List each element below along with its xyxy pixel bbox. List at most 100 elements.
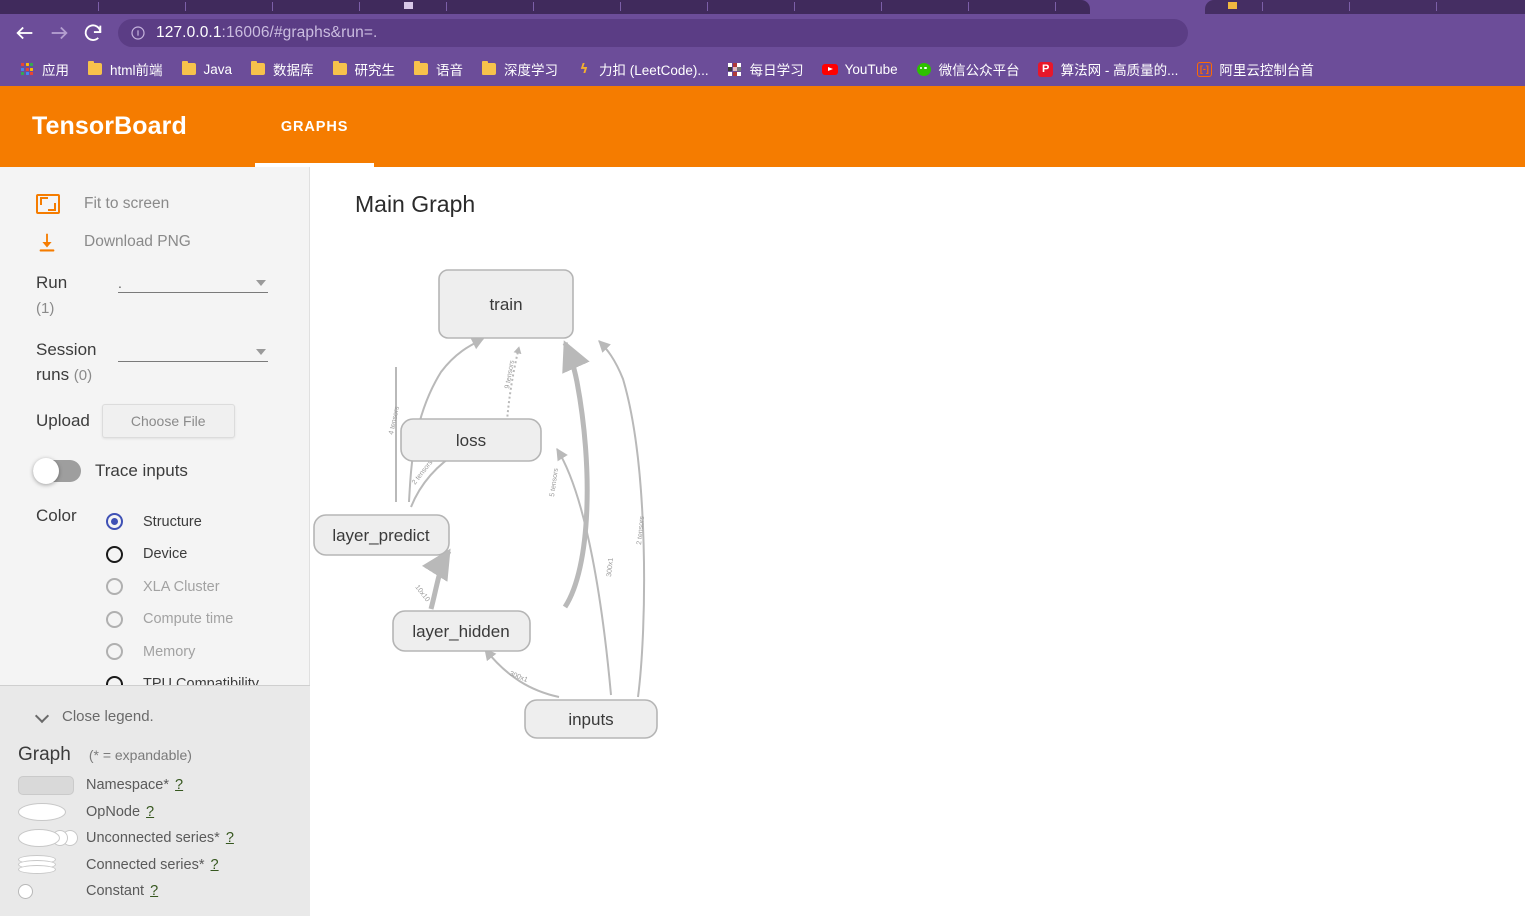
run-select[interactable]: . xyxy=(118,271,268,293)
help-link[interactable]: ? xyxy=(150,883,158,899)
graph-canvas[interactable]: Main Graph 4 tensors 9 tensors 2 tensors… xyxy=(311,167,1525,916)
url-path: :16006/#graphs&run=. xyxy=(221,24,378,41)
color-option-label: Memory xyxy=(143,643,196,660)
legend-item-opnode: OpNode ? xyxy=(0,799,310,826)
graph-node-layer-predict[interactable]: layer_predict xyxy=(313,514,450,556)
bookmark-wechat-mp[interactable]: 微信公众平台 xyxy=(907,56,1029,82)
graph-node-loss[interactable]: loss xyxy=(400,418,542,462)
graph-node-train[interactable]: train xyxy=(438,269,574,339)
node-label: layer_hidden xyxy=(412,622,509,641)
bookmark-graduate[interactable]: 研究生 xyxy=(323,56,405,82)
download-png-button[interactable]: Download PNG xyxy=(0,223,310,261)
radio-icon[interactable] xyxy=(106,545,123,563)
trace-inputs-toggle[interactable] xyxy=(33,457,81,484)
bookmark-youtube[interactable]: YouTube xyxy=(813,56,907,82)
bookmark-leetcode[interactable]: ϟ 力扣 (LeetCode)... xyxy=(567,56,718,82)
radio-icon[interactable] xyxy=(106,513,123,531)
bookmark-label: 研究生 xyxy=(354,63,396,78)
color-option-label: Device xyxy=(143,546,188,563)
youtube-icon xyxy=(821,61,838,77)
bookmark-label: 数据库 xyxy=(273,63,314,78)
fit-to-screen-button[interactable]: Fit to screen xyxy=(0,185,310,223)
p-badge-icon: P xyxy=(1038,61,1054,77)
tensorboard-logo: TensorBoard xyxy=(32,112,187,140)
close-legend-label: Close legend. xyxy=(62,707,154,725)
bookmark-label: 每日学习 xyxy=(749,63,804,78)
download-png-label: Download PNG xyxy=(84,233,191,250)
close-legend-button[interactable]: Close legend. xyxy=(0,704,310,728)
wechat-icon xyxy=(916,61,932,77)
session-runs-select[interactable] xyxy=(118,340,268,363)
node-label: train xyxy=(489,295,522,314)
help-link[interactable]: ? xyxy=(175,777,183,793)
bookmark-deep-learning[interactable]: 深度学习 xyxy=(472,56,567,82)
color-options: Color Structure Device XLA Cluster Compu… xyxy=(0,482,310,685)
browser-toolbar: 127.0.0.1:16006/#graphs&run=. xyxy=(0,14,1525,52)
download-icon xyxy=(36,229,64,255)
edge-label: 300x1 xyxy=(606,557,615,577)
session-runs-label: Session runs (0) xyxy=(36,340,97,384)
browser-tab-active[interactable] xyxy=(1205,0,1525,14)
chevron-down-icon xyxy=(36,710,48,722)
run-count: (1) xyxy=(36,299,55,317)
bookmark-speech[interactable]: 语音 xyxy=(404,56,472,82)
tensorboard-header: TensorBoard GRAPHS xyxy=(0,86,1525,167)
session-runs-selector[interactable]: Session runs (0) xyxy=(0,320,310,387)
site-info-icon[interactable] xyxy=(130,25,146,41)
url-text: 127.0.0.1:16006/#graphs&run=. xyxy=(156,24,377,42)
bookmark-daily-study[interactable]: 每日学习 xyxy=(718,56,813,82)
bookmark-aliyun-console[interactable]: [-] 阿里云控制台首 xyxy=(1187,56,1323,82)
color-option-structure[interactable]: Structure xyxy=(106,506,310,539)
color-option-tpu-compatibility[interactable]: TPU Compatibility xyxy=(106,668,310,685)
graph-node-layer-hidden[interactable]: layer_hidden xyxy=(392,610,531,652)
graph-node-inputs[interactable]: inputs xyxy=(524,699,658,739)
folder-icon xyxy=(250,61,266,77)
session-runs-count: (0) xyxy=(73,366,93,384)
folder-icon xyxy=(181,61,197,77)
bookmark-label: 应用 xyxy=(42,63,69,78)
bookmark-algorithm-site[interactable]: P 算法网 - 高质量的... xyxy=(1029,56,1188,82)
help-link[interactable]: ? xyxy=(211,857,219,873)
radio-icon xyxy=(106,643,123,661)
forward-icon[interactable] xyxy=(42,16,76,50)
tensorboard-tabs: GRAPHS xyxy=(254,86,375,167)
bookmark-java[interactable]: Java xyxy=(172,56,242,82)
legend-hint: (* = expandable) xyxy=(88,747,192,763)
address-bar[interactable]: 127.0.0.1:16006/#graphs&run=. xyxy=(118,19,1188,47)
radio-icon[interactable] xyxy=(106,675,123,685)
color-option-device[interactable]: Device xyxy=(106,538,310,571)
bookmark-label: YouTube xyxy=(844,61,898,77)
back-icon[interactable] xyxy=(8,16,42,50)
browser-tab[interactable] xyxy=(0,0,1090,14)
radio-icon xyxy=(106,578,123,596)
help-link[interactable]: ? xyxy=(226,830,234,846)
folder-icon xyxy=(332,61,348,77)
browser-tab-strip[interactable] xyxy=(0,0,1525,14)
run-value: . xyxy=(118,275,122,291)
run-selector[interactable]: Run (1) . xyxy=(0,261,310,320)
bookmark-database[interactable]: 数据库 xyxy=(241,56,323,82)
color-option-label: TPU Compatibility xyxy=(143,676,260,685)
tab-favicon xyxy=(404,2,413,9)
namespace-swatch xyxy=(18,775,86,795)
controls-scroll-region[interactable]: Fit to screen Download PNG Run (1) . Ses… xyxy=(0,167,310,685)
legend-title: Graph xyxy=(18,744,71,765)
bookmark-html-frontend[interactable]: html前端 xyxy=(78,56,172,82)
tab-graphs[interactable]: GRAPHS xyxy=(254,86,375,167)
bookmark-apps[interactable]: 应用 xyxy=(10,56,78,82)
apps-grid-icon xyxy=(19,61,35,77)
legend-item-constant: Constant ? xyxy=(0,878,310,905)
reload-icon[interactable] xyxy=(76,16,110,50)
opnode-swatch xyxy=(18,802,86,821)
bookmark-label: html前端 xyxy=(110,63,163,78)
help-link[interactable]: ? xyxy=(146,804,154,820)
chevron-down-icon xyxy=(256,280,266,286)
edge-inputs-layer-hidden xyxy=(484,648,560,698)
graph-svg[interactable]: 4 tensors 9 tensors 2 tensors 5 tensors … xyxy=(311,167,1525,916)
bookmark-label: 阿里云控制台首 xyxy=(1219,63,1314,78)
choose-file-button[interactable]: Choose File xyxy=(101,403,235,438)
edge-label: 300x1 xyxy=(508,670,528,684)
legend-header: Graph (* = expandable) xyxy=(0,728,310,772)
tensorboard-body: Fit to screen Download PNG Run (1) . Ses… xyxy=(0,167,1525,916)
color-option-memory: Memory xyxy=(106,636,310,669)
